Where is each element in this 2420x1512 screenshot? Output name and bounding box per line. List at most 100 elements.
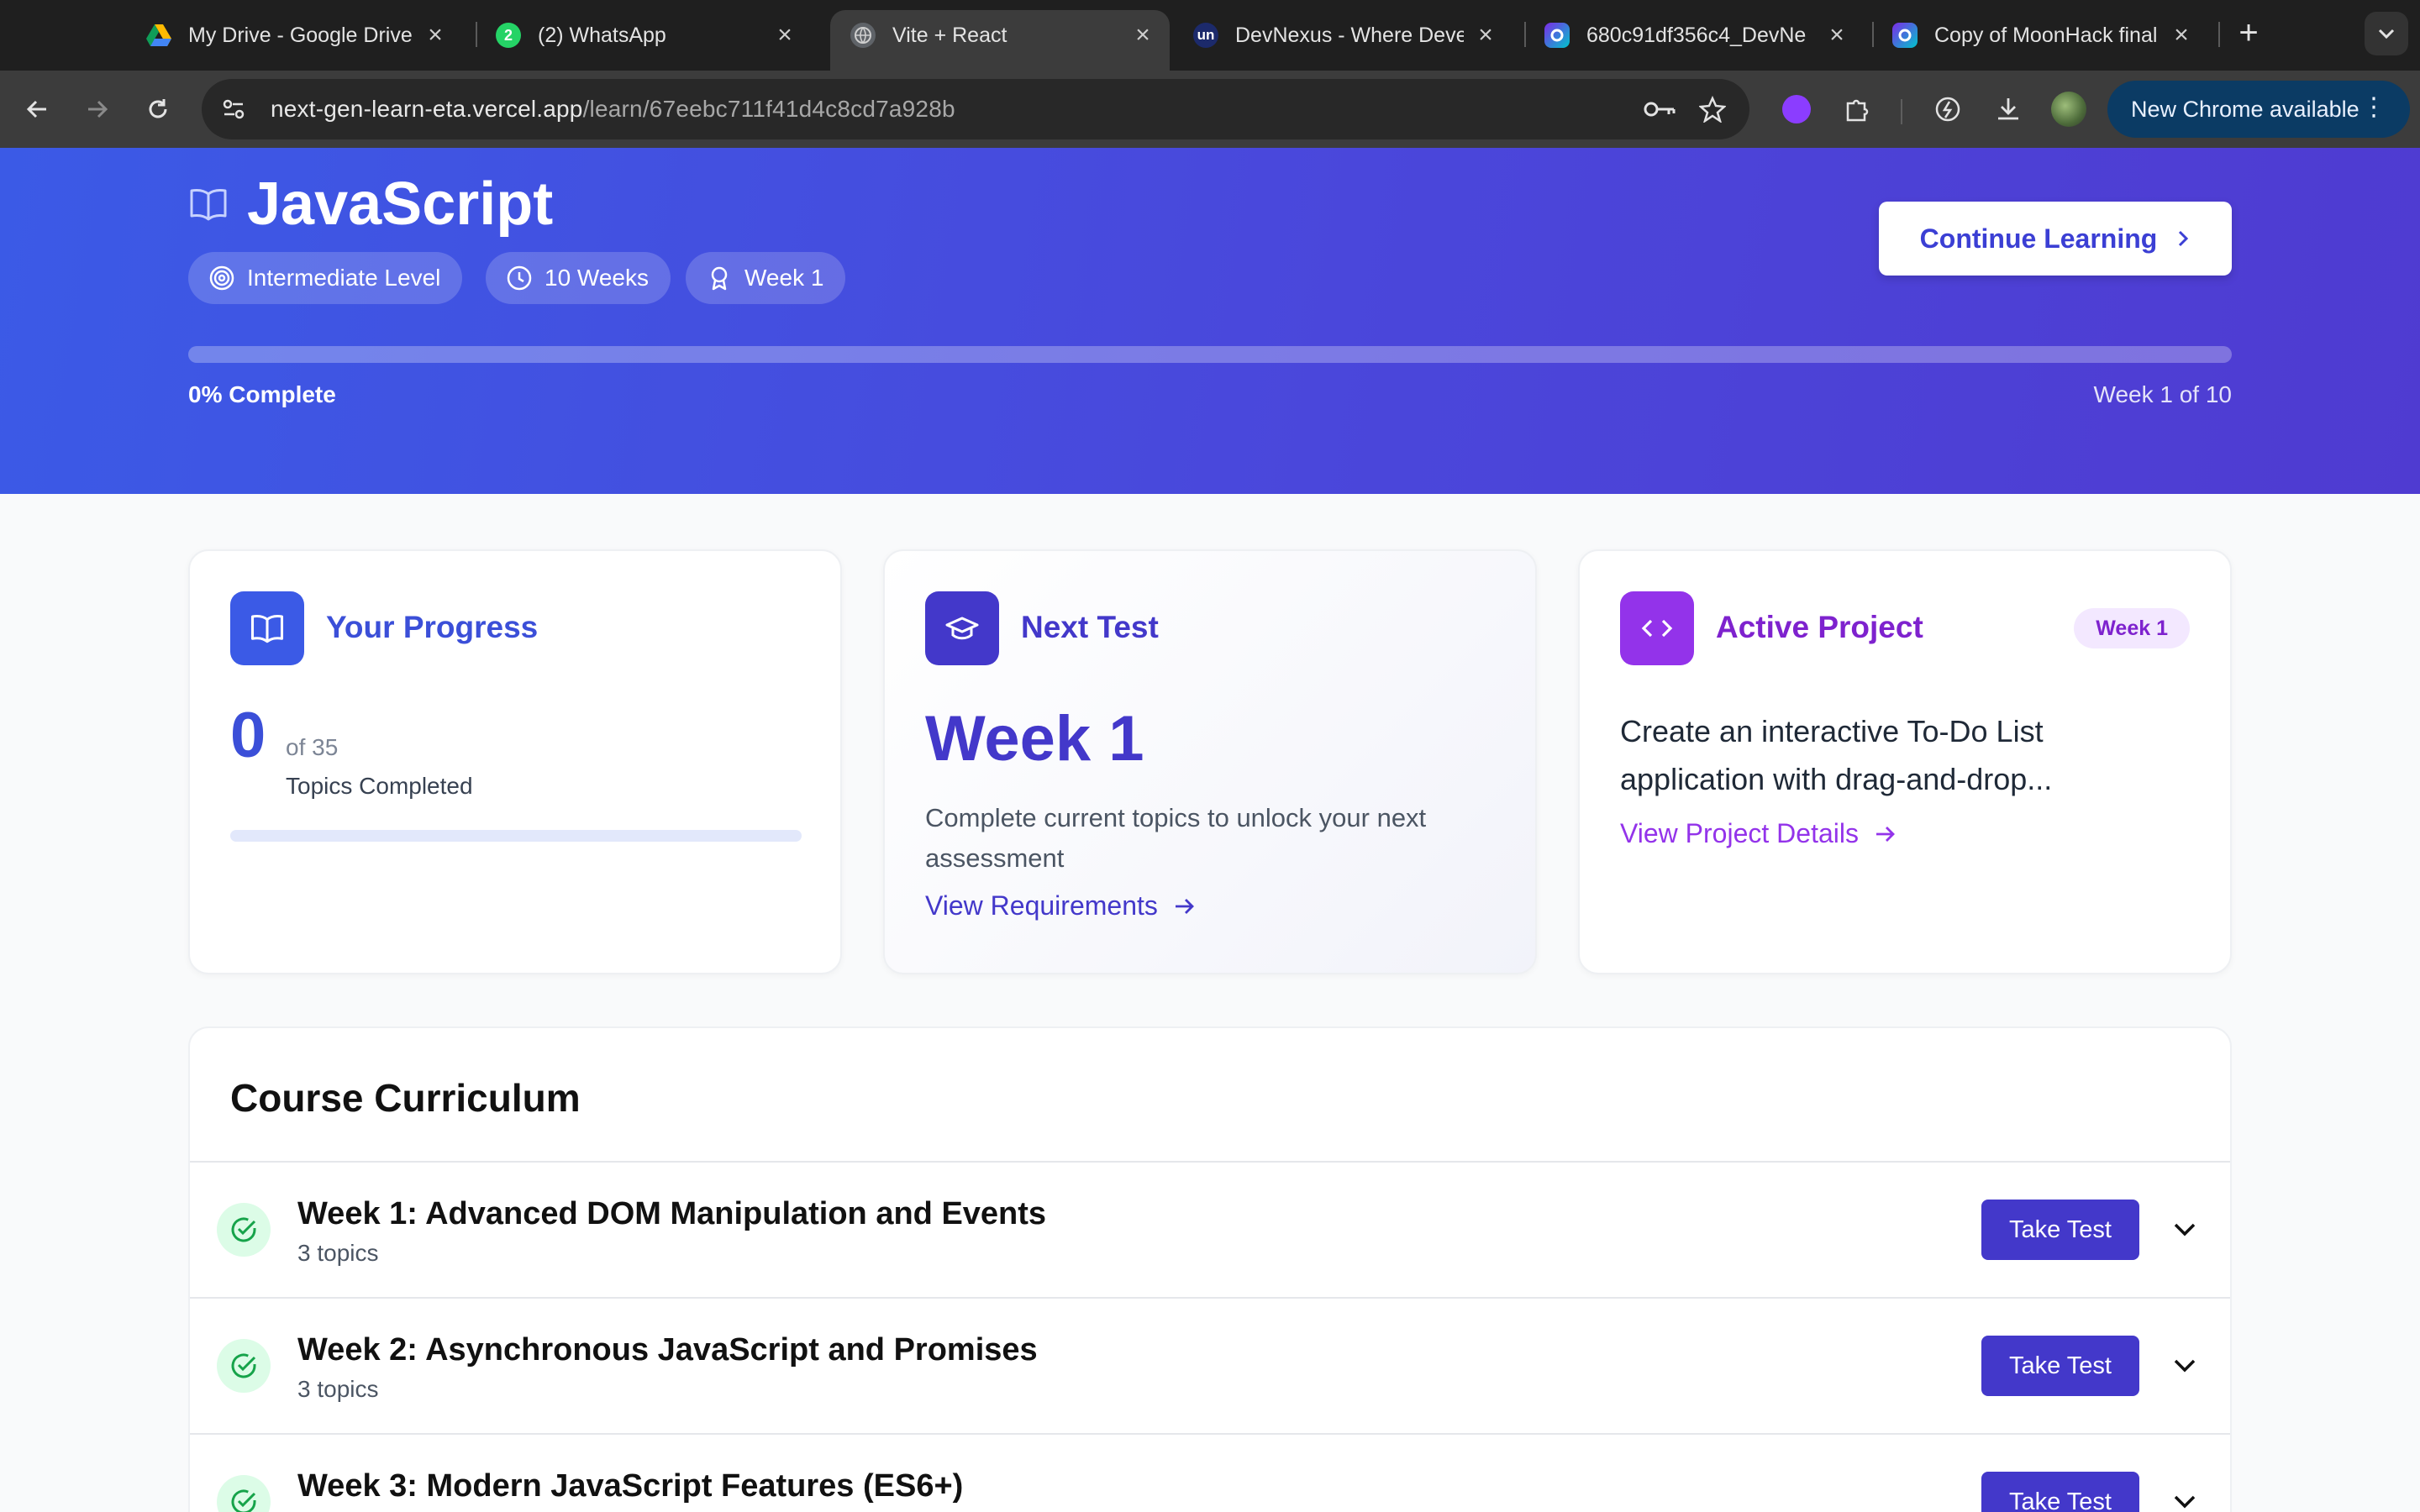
notification-badge: 2	[503, 26, 513, 44]
code-icon	[1641, 619, 1673, 638]
next-test-card: Next Test Week 1 Complete current topics…	[883, 549, 1537, 974]
view-project-details-label: View Project Details	[1620, 818, 1859, 848]
target-icon	[209, 265, 234, 291]
curriculum-week-row[interactable]: Week 3: Modern JavaScript Features (ES6+…	[190, 1435, 2230, 1512]
close-tab-icon[interactable]: ×	[424, 21, 447, 50]
tab-moonhack[interactable]: Copy of MoonHack final ×	[1872, 10, 2208, 60]
profile-button[interactable]	[2049, 89, 2089, 129]
week-title: Week 1: Advanced DOM Manipulation and Ev…	[297, 1196, 1047, 1231]
duration-text: 10 Weeks	[544, 265, 649, 291]
tab-title: (2) WhatsApp	[538, 23, 666, 47]
forward-button[interactable]	[77, 89, 118, 129]
view-project-details-link[interactable]: View Project Details	[1620, 818, 1897, 849]
whatsapp-icon: 2	[496, 23, 521, 48]
close-tab-icon[interactable]: ×	[1474, 21, 1497, 50]
week-of-text: Week 1 of 10	[2093, 381, 2232, 407]
tab-title: Copy of MoonHack final	[1934, 23, 2158, 47]
tab-title: DevNexus - Where Deve	[1235, 23, 1464, 47]
tab-title: Vite + React	[892, 23, 1007, 47]
week-title: Week 2: Asynchronous JavaScript and Prom…	[297, 1332, 1038, 1368]
level-text: Intermediate Level	[247, 265, 441, 291]
chevron-down-icon	[2174, 1223, 2196, 1236]
course-curriculum: Course Curriculum Week 1: Advanced DOM M…	[188, 1026, 2232, 1512]
back-button[interactable]	[17, 89, 57, 129]
globe-icon	[850, 23, 876, 48]
curriculum-week-row[interactable]: Week 2: Asynchronous JavaScript and Prom…	[190, 1299, 2230, 1433]
topics-completed-count: 0	[230, 700, 266, 771]
tab-devnexus-pdf[interactable]: 680c91df356c4_DevNe ×	[1524, 10, 1864, 60]
course-title: JavaScript	[188, 170, 553, 239]
view-requirements-label: View Requirements	[925, 890, 1158, 921]
tab-google-drive[interactable]: My Drive - Google Drive ×	[126, 10, 462, 60]
update-label: New Chrome available	[2131, 96, 2360, 122]
award-icon	[711, 266, 728, 291]
chevron-down-icon	[2378, 29, 2395, 39]
continue-learning-button[interactable]: Continue Learning	[1879, 202, 2232, 276]
tab-whatsapp[interactable]: 2 (2) WhatsApp ×	[476, 10, 812, 60]
take-test-button[interactable]: Take Test	[1981, 1336, 2139, 1396]
reload-icon	[149, 99, 167, 118]
expand-week-button[interactable]	[2165, 1210, 2205, 1250]
take-test-button[interactable]: Take Test	[1981, 1200, 2139, 1260]
code-icon-tile	[1620, 591, 1694, 665]
graduation-cap-icon	[945, 617, 979, 640]
new-tab-button[interactable]: +	[2230, 15, 2267, 52]
more-vert-icon[interactable]: ⋮	[2361, 92, 2386, 122]
toolbar-divider	[1901, 99, 1902, 124]
browser-toolbar: next-gen-learn-eta.vercel.app/learn/67ee…	[0, 71, 2420, 148]
take-test-button[interactable]: Take Test	[1981, 1472, 2139, 1512]
tab-devnexus[interactable]: un DevNexus - Where Deve ×	[1173, 10, 1512, 60]
avatar	[2051, 92, 2086, 127]
new-chrome-available-button[interactable]: New Chrome available ⋮	[2107, 81, 2410, 138]
clock-icon	[507, 265, 532, 291]
tab-vite-react[interactable]: Vite + React ×	[830, 10, 1170, 71]
downloads-button[interactable]	[1988, 89, 2028, 129]
view-requirements-link[interactable]: View Requirements	[925, 890, 1197, 921]
active-project-card: Active Project Week 1 Create an interact…	[1578, 549, 2232, 974]
tab-title: 680c91df356c4_DevNe	[1586, 23, 1807, 47]
close-tab-icon[interactable]: ×	[773, 21, 797, 50]
progress-percent-text: 0% Complete	[188, 381, 336, 407]
week-topic-count: 3 topics	[297, 1240, 379, 1266]
url-text: next-gen-learn-eta.vercel.app/learn/67ee…	[271, 96, 955, 123]
card-title: Next Test	[1021, 610, 1159, 644]
next-test-week: Week 1	[925, 703, 1144, 774]
chevron-down-icon	[2174, 1495, 2196, 1509]
browser-tab-strip: My Drive - Google Drive × 2 (2) WhatsApp…	[0, 0, 2420, 71]
puzzle-icon	[1846, 99, 1869, 122]
url-path: /learn/67eebc711f41d4c8cd7a928b	[582, 96, 955, 122]
extensions-menu-button[interactable]	[1837, 89, 1877, 129]
password-key-icon[interactable]	[1640, 89, 1681, 129]
card-title: Your Progress	[326, 610, 539, 644]
book-icon-tile	[230, 591, 304, 665]
duration-badge: 10 Weeks	[486, 252, 671, 304]
site-info-icon[interactable]	[213, 89, 254, 129]
topics-completed-label: Topics Completed	[286, 773, 473, 799]
current-week-text: Week 1	[744, 265, 824, 291]
project-description: Create an interactive To-Do List applica…	[1620, 714, 2053, 796]
close-tab-icon[interactable]: ×	[1131, 21, 1155, 50]
curriculum-week-row[interactable]: Week 1: Advanced DOM Manipulation and Ev…	[190, 1163, 2230, 1297]
address-bar[interactable]: next-gen-learn-eta.vercel.app/learn/67ee…	[202, 79, 1749, 139]
arrow-left-icon	[26, 100, 46, 118]
tab-title: My Drive - Google Drive	[188, 23, 413, 47]
current-week-badge: Week 1	[686, 252, 846, 304]
download-icon	[1998, 98, 2018, 120]
course-progress-bar	[188, 346, 2232, 363]
your-progress-card: Your Progress 0 of 35 Topics Completed	[188, 549, 842, 974]
course-hero: JavaScript Intermediate Level 10 Weeks W…	[0, 148, 2420, 494]
performance-button[interactable]	[1928, 89, 1968, 129]
check-circle-icon	[217, 1475, 271, 1512]
close-tab-icon[interactable]: ×	[1825, 21, 1849, 50]
expand-week-button[interactable]	[2165, 1346, 2205, 1386]
bookmark-star-icon[interactable]	[1692, 89, 1733, 129]
extension-button[interactable]	[1776, 89, 1817, 129]
expand-week-button[interactable]	[2165, 1482, 2205, 1512]
reload-button[interactable]	[138, 89, 178, 129]
level-badge: Intermediate Level	[188, 252, 463, 304]
unstop-icon: un	[1193, 23, 1218, 48]
tab-separator	[2218, 22, 2220, 47]
close-tab-icon[interactable]: ×	[2170, 21, 2193, 50]
chevron-down-icon	[2174, 1359, 2196, 1373]
tab-search-button[interactable]	[2365, 12, 2408, 55]
